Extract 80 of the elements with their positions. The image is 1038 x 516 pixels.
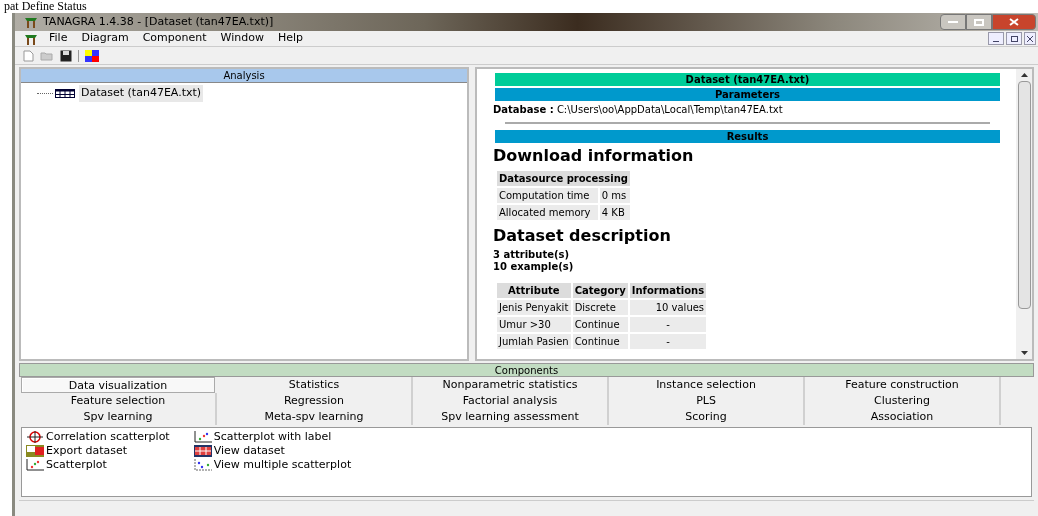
table-cell: 10 values (629, 300, 707, 315)
colored-grid-icon (85, 49, 99, 62)
section-heading: Download information (493, 146, 695, 166)
tool-list-item[interactable]: Correlation scatterplot (26, 430, 170, 444)
table-cell: Continue (572, 334, 628, 349)
close-icon (1009, 18, 1019, 26)
menu-item[interactable]: Window (214, 30, 270, 47)
scatterplot-icon (193, 431, 212, 443)
table-cell: Jumlah Pasien (497, 334, 571, 349)
minimize-button[interactable] (940, 14, 966, 30)
table-cell: - (629, 334, 707, 349)
table-icon (55, 88, 75, 98)
component-tab[interactable]: Regression (217, 393, 413, 409)
component-tab[interactable]: Data visualization (21, 377, 215, 393)
component-tab[interactable]: Feature construction (805, 377, 1001, 393)
table-grid-icon (193, 445, 212, 457)
count-text: 3 attribute(s) (493, 249, 571, 261)
component-tab[interactable]: Scoring (609, 409, 805, 425)
scroll-up-icon[interactable] (1020, 73, 1028, 77)
save-button[interactable] (60, 49, 72, 62)
table-cell: Computation time (497, 188, 598, 203)
table-header: Category (572, 283, 628, 298)
menu-item[interactable]: Component (136, 30, 213, 47)
save-icon (60, 49, 72, 62)
panel-header: Analysis (21, 69, 467, 83)
count-text: 10 example(s) (493, 261, 575, 273)
tool-list-item[interactable]: Scatterplot (26, 458, 170, 472)
menu-item[interactable]: Help (271, 30, 309, 47)
component-tab[interactable]: Meta-spv learning (217, 409, 413, 425)
component-tab[interactable]: Spv learning (21, 409, 217, 425)
table-cell: 0 ms (599, 188, 630, 203)
table-cell: Jenis Penyakit (497, 300, 571, 315)
minimize-button[interactable] (988, 32, 1004, 45)
table-cell: Discrete (572, 300, 628, 315)
database-path: Database : C:\Users\oo\AppData\Local\Temp\tan47EA.txt (493, 103, 784, 117)
tree-node[interactable]: Dataset (tan47EA.txt) (79, 85, 204, 102)
document-caption: pat Define Status (4, 0, 87, 13)
component-tab[interactable]: PLS (609, 393, 805, 409)
component-tab[interactable]: Statistics (217, 377, 413, 393)
window-title: TANAGRA 1.4.38 - [Dataset (tan47EA.txt)] (43, 13, 274, 30)
close-button[interactable] (992, 14, 1036, 30)
scrollbar-thumb[interactable] (1017, 81, 1031, 309)
table-cell: Umur >30 (497, 317, 571, 332)
scroll-down-icon[interactable] (1020, 351, 1028, 355)
component-tab[interactable]: Association (805, 409, 1001, 425)
restore-button[interactable] (1006, 32, 1022, 45)
tool-list-item[interactable]: View multiple scatterplot (193, 458, 352, 472)
component-tab[interactable]: Instance selection (609, 377, 805, 393)
tool-list-item[interactable]: View dataset (193, 444, 352, 458)
section-heading: Dataset description (493, 226, 672, 246)
table-cell: 4 KB (599, 205, 630, 220)
tool-list-item[interactable]: Export dataset (26, 444, 170, 458)
maximize-button[interactable] (966, 14, 992, 30)
menu-item[interactable]: Diagram (75, 30, 135, 47)
scatterplot-icon (193, 459, 212, 471)
tool-list-item[interactable]: Scatterplot with label (193, 430, 352, 444)
component-tab[interactable]: Factorial analysis (413, 393, 609, 409)
section-header: Results (495, 130, 1000, 143)
close-icon (1027, 35, 1033, 42)
table-cell: Continue (572, 317, 628, 332)
table-export-icon (26, 445, 44, 457)
table-header: Informations (629, 283, 707, 298)
component-tab[interactable]: Spv learning assessment (413, 409, 609, 425)
table-cell: Allocated memory (497, 205, 598, 220)
new-file-icon (23, 49, 34, 62)
diagram-button[interactable] (85, 49, 99, 62)
component-tab[interactable]: Nonparametric statistics (413, 377, 609, 393)
table-header: Attribute (497, 283, 571, 298)
report-title-bar: Dataset (tan47EA.txt) (495, 73, 1000, 86)
panel-header: Components (19, 363, 1034, 377)
component-tab[interactable]: Clustering (805, 393, 1001, 409)
menu-item[interactable]: File (43, 30, 74, 47)
close-button[interactable] (1024, 32, 1036, 45)
folder-icon (40, 50, 54, 61)
section-header: Parameters (495, 88, 1000, 101)
table-header: Datasource processing (497, 171, 630, 186)
crosshair-icon (26, 431, 44, 443)
component-tab[interactable]: Feature selection (21, 393, 217, 409)
scatterplot-icon (26, 459, 44, 471)
table-cell: - (629, 317, 707, 332)
